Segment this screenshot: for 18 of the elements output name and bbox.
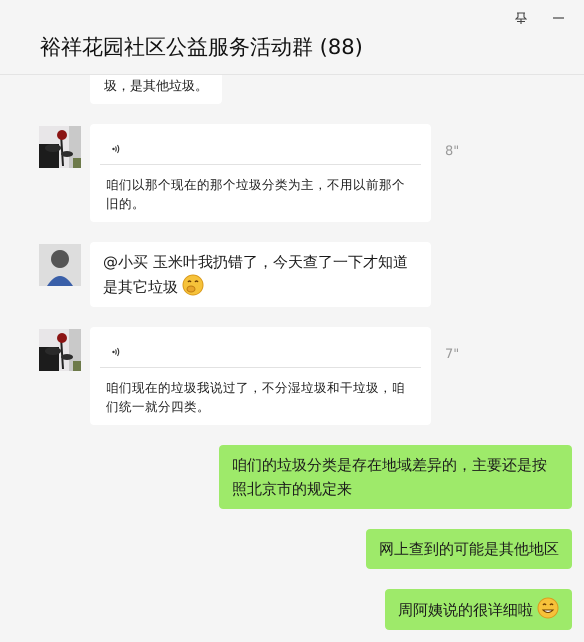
- pin-icon[interactable]: [515, 12, 527, 24]
- voice-transcript: 咱们现在的垃圾我说过了，不分湿垃圾和干垃圾，咱们统一就分四类。: [105, 379, 406, 416]
- message-bubble: 圾，是其他垃圾。: [90, 75, 222, 104]
- emoji-icon: [182, 274, 204, 296]
- voice-duration: 7": [445, 347, 460, 362]
- voice-duration: 8": [445, 144, 460, 159]
- voice-icon: [112, 346, 120, 358]
- voice-message[interactable]: 咱们现在的垃圾我说过了，不分湿垃圾和干垃圾，咱们统一就分四类。: [90, 327, 431, 425]
- voice-transcript: 咱们以那个现在的那个垃圾分类为主，不用以前那个旧的。: [105, 176, 406, 213]
- message-bubble: @小买 玉米叶我扔错了，今天查了一下才知道是其它垃圾: [90, 242, 431, 307]
- voice-message[interactable]: 咱们以那个现在的那个垃圾分类为主，不用以前那个旧的。: [90, 124, 431, 222]
- message-bubble: 咱们的垃圾分类是存在地域差异的，主要还是按照北京市的规定来: [219, 445, 572, 509]
- window-title: 裕祥花园社区公益服务活动群 (88): [40, 34, 363, 61]
- voice-icon: [112, 143, 120, 155]
- emoji-icon: [537, 597, 559, 619]
- message-bubble: 周阿姨说的很详细啦: [385, 589, 572, 630]
- message-bubble: 网上查到的可能是其他地区: [366, 529, 572, 569]
- avatar: [39, 244, 81, 286]
